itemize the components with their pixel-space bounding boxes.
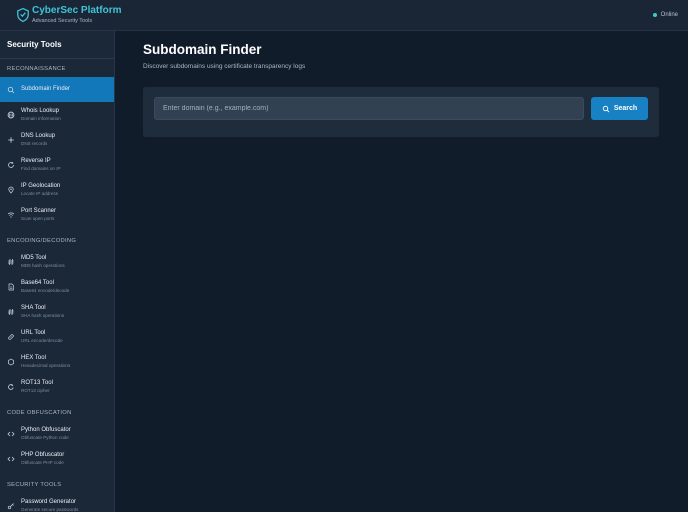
map-pin-icon — [7, 186, 15, 194]
section-title-security-tools: SECURITY TOOLS — [7, 482, 62, 488]
page-title: Subdomain Finder — [143, 42, 262, 57]
code-icon — [7, 455, 15, 463]
status-indicator: Online — [652, 12, 678, 18]
sidebar-item-label: MD5 Tool — [21, 255, 47, 261]
hash-icon — [7, 308, 15, 316]
sidebar-item-label: IP Geolocation — [21, 183, 61, 189]
sidebar-item-label: PHP Obfuscator — [21, 452, 65, 458]
sidebar-item-password-generator[interactable]: Password Generator Generate secure passwo… — [0, 493, 114, 512]
status-dot-icon — [652, 13, 657, 17]
brand[interactable]: CyberSec Platform Advanced Security Tool… — [16, 5, 121, 25]
sidebar-item-label: Subdomain Finder — [21, 86, 71, 92]
sidebar-item-ip-geolocation[interactable]: IP Geolocation Locate IP address — [0, 177, 114, 202]
sidebar-item-description: ROT13 cipher — [21, 388, 50, 393]
sidebar-item-label: Python Obfuscator — [21, 427, 71, 433]
sidebar-item-php-obfuscator[interactable]: PHP Obfuscator Obfuscate PHP code — [0, 446, 114, 471]
sidebar-item-description: URL encode/decode — [21, 338, 63, 343]
page-subtitle: Discover subdomains using certificate tr… — [143, 63, 306, 70]
sidebar-item-label: URL Tool — [21, 330, 46, 336]
sidebar-item-description: Locate IP address — [21, 191, 58, 196]
sidebar-item-description: Generate secure passwords — [21, 507, 79, 512]
status-text: Online — [660, 12, 678, 18]
sidebar-item-reverse-ip[interactable]: Reverse IP Find domains on IP — [0, 152, 114, 177]
sidebar-item-description: Base64 encode/decode — [21, 288, 70, 293]
sidebar-item-url-tool[interactable]: URL Tool URL encode/decode — [0, 324, 114, 349]
section-title-code-obfuscation: CODE OBFUSCATION — [7, 410, 72, 416]
sidebar-item-description: Find domains on IP — [21, 166, 61, 171]
key-icon — [7, 502, 15, 510]
sidebar-item-sha-tool[interactable]: SHA Tool SHA hash operations — [0, 299, 114, 324]
search-button[interactable]: Search — [591, 97, 648, 120]
sidebar-item-label: ROT13 Tool — [21, 380, 53, 386]
search-button-label: Search — [613, 105, 638, 112]
sidebar-item-description: DNS records — [21, 141, 48, 146]
globe-icon — [7, 111, 15, 119]
search-icon — [602, 105, 610, 112]
sidebar-item-subdomain-finder[interactable]: Subdomain Finder — [0, 77, 114, 102]
sidebar-item-label: Base64 Tool — [21, 280, 54, 286]
hash-icon — [7, 258, 15, 266]
sidebar-item-label: Whois Lookup — [21, 108, 60, 114]
main-content: Subdomain Finder Discover subdomains usi… — [116, 31, 688, 512]
link-icon — [7, 333, 15, 341]
sidebar-item-md5-tool[interactable]: MD5 Tool MD5 hash operations — [0, 249, 114, 274]
sidebar-nav: RECONNAISSANCE Subdomain Finder Whois Look… — [0, 59, 114, 512]
sidebar-item-description: Obfuscate PHP code — [21, 460, 64, 465]
network-icon — [7, 136, 15, 144]
sidebar-item-whois-lookup[interactable]: Whois Lookup Domain information — [0, 102, 114, 127]
app-title: CyberSec Platform — [32, 5, 122, 16]
code-icon — [7, 430, 15, 438]
sidebar-item-label: Port Scanner — [21, 208, 57, 214]
sidebar-item-description: Scan open ports — [21, 216, 55, 221]
search-icon — [7, 86, 15, 94]
sidebar-item-base64-tool[interactable]: Base64 Tool Base64 encode/decode — [0, 274, 114, 299]
file-icon — [7, 283, 15, 291]
sidebar-item-description: Hexadecimal operations — [21, 363, 71, 368]
sidebar-item-hex-tool[interactable]: HEX Tool Hexadecimal operations — [0, 349, 114, 374]
sidebar-item-dns-lookup[interactable]: DNS Lookup DNS records — [0, 127, 114, 152]
sidebar-item-description: SHA hash operations — [21, 313, 65, 318]
refresh-icon — [7, 161, 15, 169]
sidebar-item-description: Domain information — [21, 116, 61, 121]
hexagon-icon — [7, 358, 15, 366]
sidebar-item-label: DNS Lookup — [21, 133, 56, 139]
section-title-reconnaissance: RECONNAISSANCE — [7, 66, 66, 72]
sidebar-item-port-scanner[interactable]: Port Scanner Scan open ports — [0, 202, 114, 227]
sidebar-item-python-obfuscator[interactable]: Python Obfuscator Obfuscate Python code — [0, 421, 114, 446]
top-header: CyberSec Platform Advanced Security Tool… — [0, 0, 688, 31]
sidebar-item-label: SHA Tool — [21, 305, 46, 311]
search-card: Search — [143, 87, 659, 137]
sidebar-item-description: MD5 hash operations — [21, 263, 65, 268]
rotate-icon — [7, 383, 15, 391]
sidebar-item-label: HEX Tool — [21, 355, 46, 361]
section-title-encoding-decoding: ENCODING/DECODING — [7, 238, 77, 244]
sidebar-item-label: Reverse IP — [21, 158, 51, 164]
sidebar-item-description: Obfuscate Python code — [21, 435, 69, 440]
sidebar-item-label: Password Generator — [21, 499, 77, 505]
shield-logo-icon — [17, 7, 29, 23]
wifi-icon — [7, 211, 15, 219]
domain-input[interactable] — [154, 97, 584, 120]
sidebar-title: Security Tools — [0, 31, 114, 59]
sidebar: Security Tools RECONNAISSANCE Subdomain F… — [0, 31, 115, 512]
sidebar-item-rot13-tool[interactable]: ROT13 Tool ROT13 cipher — [0, 374, 114, 399]
app-subtitle: Advanced Security Tools — [32, 18, 93, 24]
